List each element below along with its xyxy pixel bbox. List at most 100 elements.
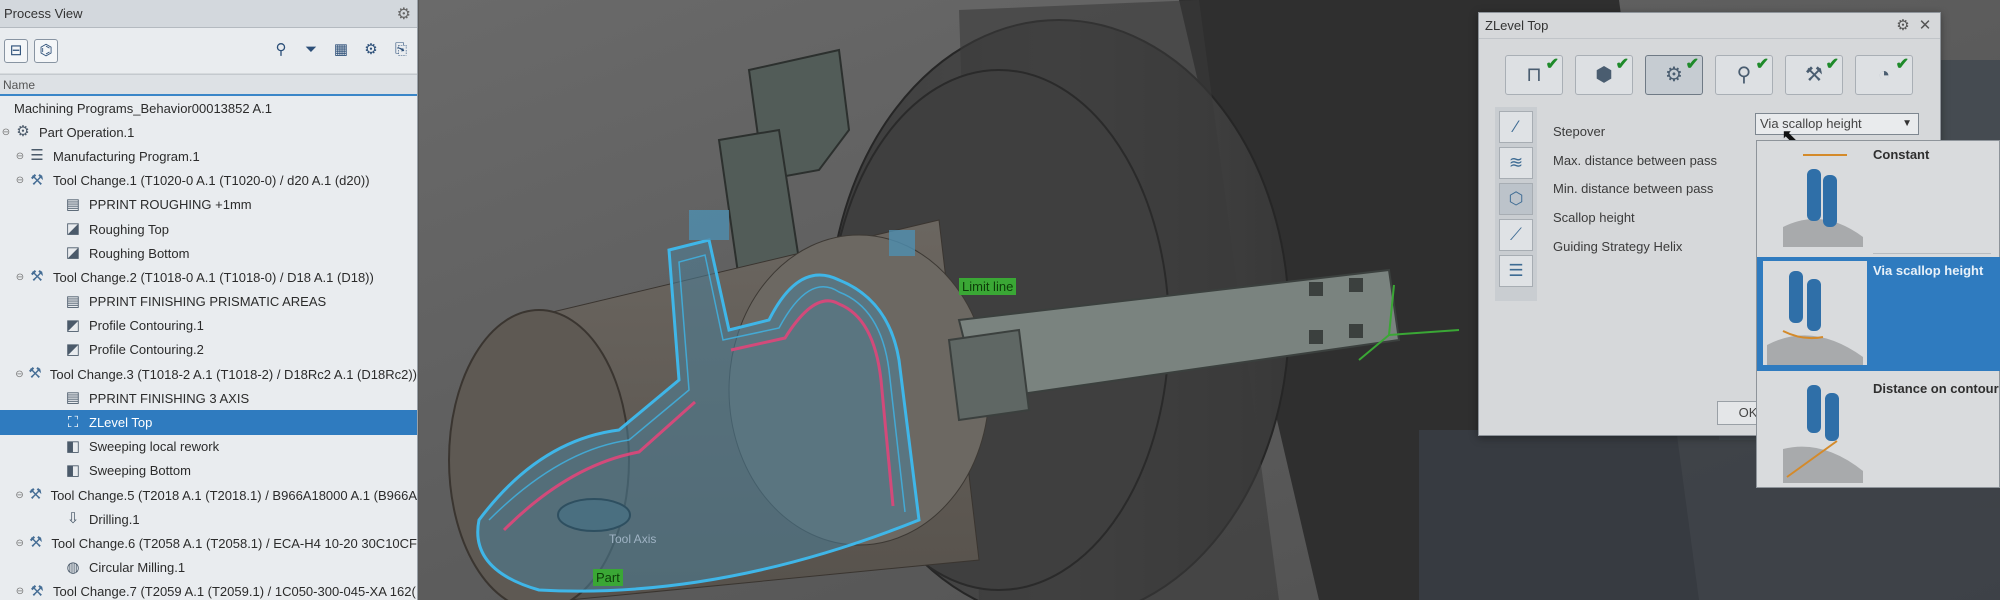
- tree-item-label: Tool Change.2 (T1018-0 A.1 (T1018-0) / D…: [53, 269, 374, 285]
- zlevel-icon: ⛶: [67, 413, 79, 431]
- tree-item-label: Part Operation.1: [39, 124, 135, 140]
- stepover-dropdown: Constant Via scallop height Distance on …: [1756, 140, 2000, 488]
- option-label: Via scallop height: [1873, 263, 1984, 278]
- column-header-name[interactable]: Name: [0, 74, 417, 96]
- tree-item-label: Drilling.1: [89, 511, 140, 527]
- checkmark-icon: ✔: [1685, 56, 1699, 73]
- tree-item[interactable]: ◪ Roughing Top: [0, 217, 417, 241]
- tree-item[interactable]: ▤ PPRINT FINISHING PRISMATIC AREAS: [0, 290, 417, 314]
- strategy-tab-icon[interactable]: ⚙ ✔: [1645, 55, 1703, 95]
- list-icon[interactable]: ☰: [1499, 255, 1533, 287]
- expand-toggle-icon[interactable]: ⊖: [14, 272, 26, 283]
- expand-toggle-icon[interactable]: ⊖: [14, 490, 25, 501]
- tool-change-icon: ⚒: [29, 534, 43, 552]
- scallop-illustration-icon: [1763, 261, 1867, 365]
- feeds-tab-icon[interactable]: ⚒ ✔: [1785, 55, 1843, 95]
- stepover-select[interactable]: Via scallop height ▼: [1755, 113, 1919, 135]
- scallop-icon[interactable]: ⬡: [1499, 183, 1533, 215]
- checkmark-icon: ✔: [1895, 56, 1909, 73]
- tree-item[interactable]: ⊖ ⚒ Tool Change.3 (T1018-2 A.1 (T1018-2) /…: [0, 362, 417, 386]
- tree-item[interactable]: ⊖ ⚒ Tool Change.5 (T2018 A.1 (T2018.1) / B…: [0, 483, 417, 507]
- filter-icon[interactable]: ⏷: [299, 39, 323, 63]
- tool-axis-label: Tool Axis: [609, 532, 657, 546]
- tree-item-label: Roughing Top: [89, 221, 169, 237]
- tree-item-label: PPRINT FINISHING PRISMATIC AREAS: [89, 294, 327, 310]
- structure-icon[interactable]: ⌬: [34, 38, 58, 63]
- pass-distance-icon[interactable]: ≋: [1499, 147, 1533, 179]
- chevron-down-icon: ▼: [1902, 118, 1912, 129]
- tree-item[interactable]: ◩ Profile Contouring.2: [0, 338, 417, 362]
- tree-item-label: Sweeping Bottom: [89, 463, 191, 479]
- tool-change-icon: ⚒: [30, 268, 44, 286]
- expand-toggle-icon[interactable]: ⊖: [14, 369, 25, 380]
- dialog-settings-icon[interactable]: ⚙: [1894, 17, 1912, 35]
- option-label: Constant: [1873, 147, 1930, 162]
- gear-icon[interactable]: ⚙: [359, 39, 383, 63]
- option-separator: [1873, 253, 1991, 254]
- roughing-icon: ◪: [65, 244, 81, 262]
- geometry-tab-icon[interactable]: ⊓ ✔: [1505, 55, 1563, 95]
- tree-item-label: Tool Change.6 (T2058 A.1 (T2058.1) / ECA…: [51, 535, 417, 551]
- tree-item[interactable]: ⊖ ☰ Manufacturing Program.1: [0, 144, 417, 168]
- option-constant[interactable]: Constant: [1757, 141, 2000, 251]
- export-icon[interactable]: ⎘: [389, 39, 413, 63]
- tree-item[interactable]: ◧ Sweeping Bottom: [0, 459, 417, 483]
- checkmark-icon: ✔: [1755, 56, 1769, 73]
- tree-item-label: Roughing Bottom: [89, 245, 190, 261]
- helix-icon[interactable]: ⟋: [1499, 219, 1533, 251]
- tree-item[interactable]: ⊖ ⚒ Tool Change.6 (T2058 A.1 (T2058.1) / E…: [0, 531, 417, 555]
- tree-item-label: Manufacturing Program.1: [53, 148, 200, 164]
- tree-item-label: PPRINT FINISHING 3 AXIS: [89, 390, 250, 406]
- tool-change-icon: ⚒: [28, 365, 42, 383]
- tree-item-label: Profile Contouring.2: [89, 342, 204, 358]
- tree-item[interactable]: ◍ Circular Milling.1: [0, 556, 417, 580]
- tree-item[interactable]: ▤ PPRINT ROUGHING +1mm: [0, 193, 417, 217]
- parameter-list: Stepover Max. distance between pass Min. d…: [1553, 117, 1717, 260]
- tree-item[interactable]: ⊖ ⚒ Tool Change.1 (T1020-0 A.1 (T1020-0) /…: [0, 169, 417, 193]
- tree-item[interactable]: ◪ Roughing Bottom: [0, 241, 417, 265]
- pprint-icon: ▤: [65, 389, 81, 407]
- part-operation-icon: ⚙: [16, 123, 30, 141]
- option-label: Distance on contour: [1873, 381, 1999, 396]
- tree-item[interactable]: ⛶ ZLevel Top: [0, 410, 417, 435]
- constant-illustration-icon: [1783, 154, 1863, 247]
- option-distance-on-contour[interactable]: Distance on contour: [1757, 375, 2000, 487]
- tree-item[interactable]: ⊖ ⚙ Part Operation.1: [0, 120, 417, 144]
- parameter-label: Stepover: [1553, 123, 1606, 139]
- tree-item[interactable]: ⊖ ⚒ Tool Change.2 (T1018-0 A.1 (T1018-0) /…: [0, 265, 417, 289]
- pprint-icon: ▤: [65, 292, 81, 310]
- expand-toggle-icon[interactable]: ⊖: [14, 151, 26, 162]
- dialog-title: ZLevel Top: [1485, 18, 1549, 33]
- tree-item[interactable]: ▤ PPRINT FINISHING 3 AXIS: [0, 386, 417, 410]
- tree-item[interactable]: ◧ Sweeping local rework: [0, 435, 417, 459]
- stepover-mode-icon[interactable]: ⁄: [1499, 111, 1533, 143]
- expand-toggle-icon[interactable]: ⊖: [14, 175, 26, 186]
- search-icon[interactable]: ⚲: [269, 39, 293, 63]
- panel-settings-icon[interactable]: ⚙: [397, 4, 411, 24]
- tree-item-label: PPRINT ROUGHING +1mm: [89, 197, 252, 213]
- expand-toggle-icon[interactable]: ⊖: [0, 127, 12, 138]
- table-icon[interactable]: ▦: [329, 39, 353, 63]
- speed-tab-icon[interactable]: ◔ ✔: [1855, 55, 1913, 95]
- tree-item[interactable]: ⊖ ⚒ Tool Change.7 (T2059 A.1 (T2059.1) / 1…: [0, 580, 417, 600]
- profile-contouring-icon: ◩: [65, 316, 81, 334]
- tree-item[interactable]: ◩ Profile Contouring.1: [0, 314, 417, 338]
- tool-tab-icon[interactable]: ⚲ ✔: [1715, 55, 1773, 95]
- close-icon[interactable]: ✕: [1916, 17, 1934, 35]
- sweeping-icon: ◧: [65, 437, 81, 455]
- tree-item-label: Tool Change.1 (T1020-0 A.1 (T1020-0) / d…: [53, 173, 370, 189]
- parameter-label: Max. distance between pass: [1553, 152, 1718, 168]
- part-tab-icon[interactable]: ⬢ ✔: [1575, 55, 1633, 95]
- expand-toggle-icon[interactable]: ⊖: [14, 586, 26, 597]
- parameter-label: Guiding Strategy Helix: [1553, 238, 1683, 254]
- option-via-scallop-height[interactable]: Via scallop height: [1757, 257, 2000, 371]
- part-label: Part: [593, 569, 623, 586]
- tree-item[interactable]: Machining Programs_Behavior00013852 A.1: [0, 96, 417, 120]
- filter-mode-icon[interactable]: ⊟: [4, 38, 28, 63]
- expand-toggle-icon[interactable]: ⊖: [14, 538, 25, 549]
- tree-item-label: Circular Milling.1: [89, 560, 186, 576]
- dialog-titlebar[interactable]: ZLevel Top ⚙ ✕: [1479, 13, 1940, 39]
- pprint-icon: ▤: [65, 195, 81, 213]
- tree-item[interactable]: ⇩ Drilling.1: [0, 507, 417, 531]
- tool-change-icon: ⚒: [30, 582, 44, 600]
